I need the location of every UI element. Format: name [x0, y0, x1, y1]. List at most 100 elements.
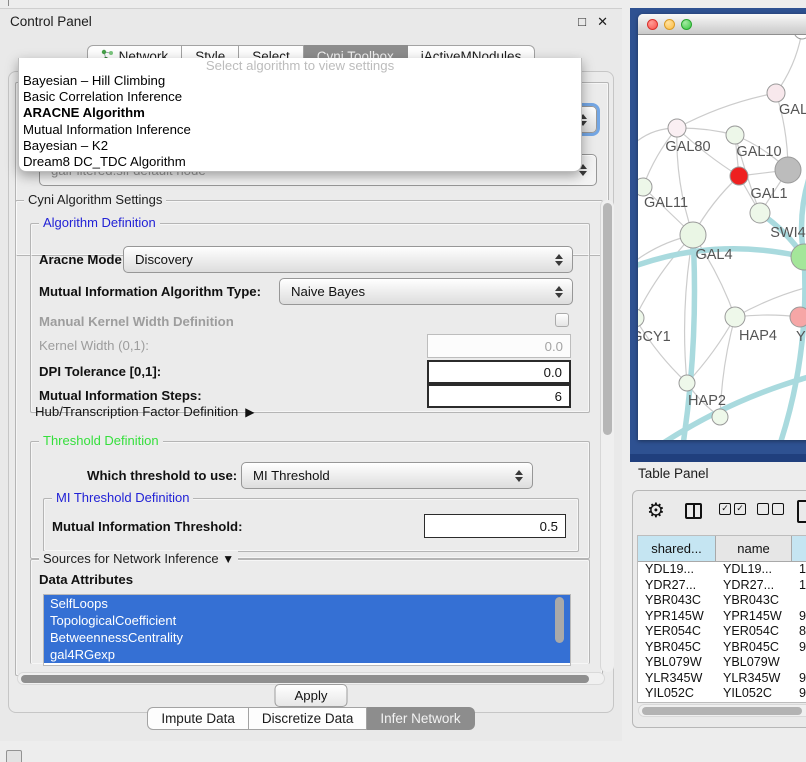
data-attribute-item[interactable]: SelfLoops	[44, 595, 570, 612]
tab-infer-network[interactable]: Infer Network	[367, 707, 474, 730]
network-canvas[interactable]: GALGAL80GAL10GAL1SWI4GAL11GAL4GCY1HAP4YH…	[638, 35, 806, 440]
hub-definition-expander[interactable]: Hub/Transcription Factor Definition ▶	[35, 404, 255, 419]
table-panel-title: Table Panel	[638, 466, 709, 481]
data-attributes-list[interactable]: SelfLoopsTopologicalCoefficientBetweenne…	[43, 594, 571, 666]
algorithm-option[interactable]: Bayesian – Hill Climbing	[19, 73, 581, 89]
which-threshold-combo[interactable]: MI Threshold	[241, 462, 533, 489]
table-cell: YDL19...	[638, 562, 716, 578]
table-row[interactable]: YIL052CYIL052C9	[638, 686, 806, 702]
algorithm-option[interactable]: Dream8 DC_TDC Algorithm	[19, 154, 581, 170]
network-node[interactable]	[791, 244, 806, 270]
table-cell: YBR043C	[638, 593, 716, 609]
data-attribute-item[interactable]: TopologicalCoefficient	[44, 612, 570, 629]
mi-algorithm-type-label: Mutual Information Algorithm Type:	[39, 284, 261, 299]
network-node-y[interactable]	[790, 307, 806, 327]
column-header-shared[interactable]: shared...	[638, 536, 716, 561]
network-view-frame[interactable]: GALGAL80GAL10GAL1SWI4GAL11GAL4GCY1HAP4YH…	[630, 8, 806, 462]
network-edge[interactable]	[802, 155, 806, 257]
attributes-scrollbar[interactable]	[555, 597, 564, 643]
network-node-hap4[interactable]	[725, 307, 745, 327]
table-row[interactable]: YBR045CYBR045C9.	[638, 640, 806, 656]
network-edge[interactable]	[677, 93, 776, 128]
apply-button[interactable]: Apply	[275, 684, 348, 707]
show-checked-columns-icon[interactable]: ✓ ✓	[719, 503, 746, 515]
close-window-icon[interactable]: ✕	[597, 14, 608, 30]
dpi-tolerance-field[interactable]: 0.0	[427, 360, 571, 384]
table-body: YDL19...YDL19...13YDR27...YDR27...12YBR0…	[638, 562, 806, 702]
table-row[interactable]: YER054CYER054C8.	[638, 624, 806, 640]
network-node-gal[interactable]	[767, 84, 785, 102]
data-attributes-label: Data Attributes	[39, 572, 133, 587]
tab-impute-data[interactable]: Impute Data	[147, 707, 249, 730]
network-node-swi4[interactable]	[750, 203, 770, 223]
table-horizontal-scrollbar[interactable]	[638, 704, 806, 717]
mi-threshold-field[interactable]: 0.5	[424, 514, 566, 538]
manual-kernel-width-label: Manual Kernel Width Definition	[39, 314, 234, 329]
network-node[interactable]	[730, 167, 748, 185]
network-edge[interactable]	[678, 235, 694, 440]
network-edge[interactable]	[768, 257, 805, 440]
network-node[interactable]	[712, 409, 728, 425]
tab-label: Discretize Data	[262, 711, 354, 726]
column-header-third[interactable]	[792, 536, 806, 561]
network-node-gal80[interactable]	[668, 119, 686, 137]
cyni-algorithm-settings-title: Cyni Algorithm Settings	[24, 192, 166, 207]
mi-threshold-group-title: MI Threshold Definition	[52, 490, 193, 505]
threshold-definition-group: Threshold Definition Which threshold to …	[30, 441, 590, 559]
kernel-width-label: Kernel Width (0,1):	[39, 338, 149, 353]
divider-tick	[8, 0, 9, 6]
table-cell: YDL19...	[716, 562, 792, 578]
close-traffic-light-icon[interactable]	[647, 19, 658, 30]
manual-kernel-width-checkbox[interactable]	[555, 313, 569, 327]
hub-definition-label: Hub/Transcription Factor Definition	[35, 404, 238, 419]
network-node-hap2[interactable]	[679, 375, 695, 391]
expander-down-icon[interactable]: ▼	[222, 552, 234, 566]
table-row[interactable]: YLR345WYLR345W9.	[638, 671, 806, 687]
algorithm-option[interactable]: Mutual Information Inference	[19, 122, 581, 138]
combo-stepper-icon	[515, 470, 523, 482]
algorithm-option[interactable]: ARACNE Algorithm	[19, 105, 581, 121]
table-row[interactable]: YPR145WYPR145W9.	[638, 609, 806, 625]
table-row[interactable]: YDR27...YDR27...12	[638, 578, 806, 594]
settings-vertical-scrollbar[interactable]	[600, 200, 614, 672]
columns-icon[interactable]	[685, 503, 702, 519]
table-header-row: shared... name	[638, 536, 806, 562]
network-edge[interactable]	[638, 318, 687, 383]
mi-steps-field[interactable]: 6	[427, 384, 571, 408]
network-node-gal10[interactable]	[726, 126, 744, 144]
hide-unchecked-columns-icon[interactable]	[757, 503, 784, 515]
network-edge[interactable]	[776, 35, 802, 93]
float-window-icon[interactable]: □	[578, 14, 586, 29]
network-node-gcy1[interactable]	[638, 309, 644, 327]
table-cell: YBL079W	[638, 655, 716, 671]
table-horizontal-thumb[interactable]	[642, 707, 802, 715]
zoom-traffic-light-icon[interactable]	[681, 19, 692, 30]
table-cell: 12	[792, 578, 806, 594]
settings-vertical-thumb[interactable]	[603, 203, 612, 435]
network-node-label: GAL10	[736, 144, 781, 160]
network-edge[interactable]	[643, 128, 677, 187]
network-node-gal11[interactable]	[638, 178, 652, 196]
network-node[interactable]	[794, 35, 806, 39]
network-node-gal1[interactable]	[775, 157, 801, 183]
export-table-icon[interactable]	[797, 500, 806, 523]
settings-horizontal-thumb[interactable]	[21, 675, 589, 683]
network-node-gal4[interactable]	[680, 222, 706, 248]
aracne-mode-combo[interactable]: Discovery	[123, 246, 573, 273]
gear-icon[interactable]: ⚙	[647, 498, 665, 523]
column-header-name[interactable]: name	[716, 536, 792, 561]
data-attribute-item[interactable]: BetweennessCentrality	[44, 629, 570, 646]
table-row[interactable]: YBR043CYBR043C	[638, 593, 806, 609]
minimize-traffic-light-icon[interactable]	[664, 19, 675, 30]
algorithm-option[interactable]: Basic Correlation Inference	[19, 89, 581, 105]
data-attribute-item[interactable]: gal4RGexp	[44, 646, 570, 663]
kernel-width-field[interactable]: 0.0	[427, 334, 571, 358]
table-row[interactable]: YBL079WYBL079W	[638, 655, 806, 671]
table-row[interactable]: YDL19...YDL19...13	[638, 562, 806, 578]
tab-discretize-data[interactable]: Discretize Data	[249, 707, 368, 730]
network-node-label: GAL80	[665, 139, 710, 155]
algorithm-option[interactable]: Bayesian – K2	[19, 138, 581, 154]
network-window-titlebar[interactable]	[638, 14, 806, 35]
corner-widget[interactable]	[6, 750, 22, 762]
mi-algorithm-type-combo[interactable]: Naive Bayes	[279, 278, 573, 305]
